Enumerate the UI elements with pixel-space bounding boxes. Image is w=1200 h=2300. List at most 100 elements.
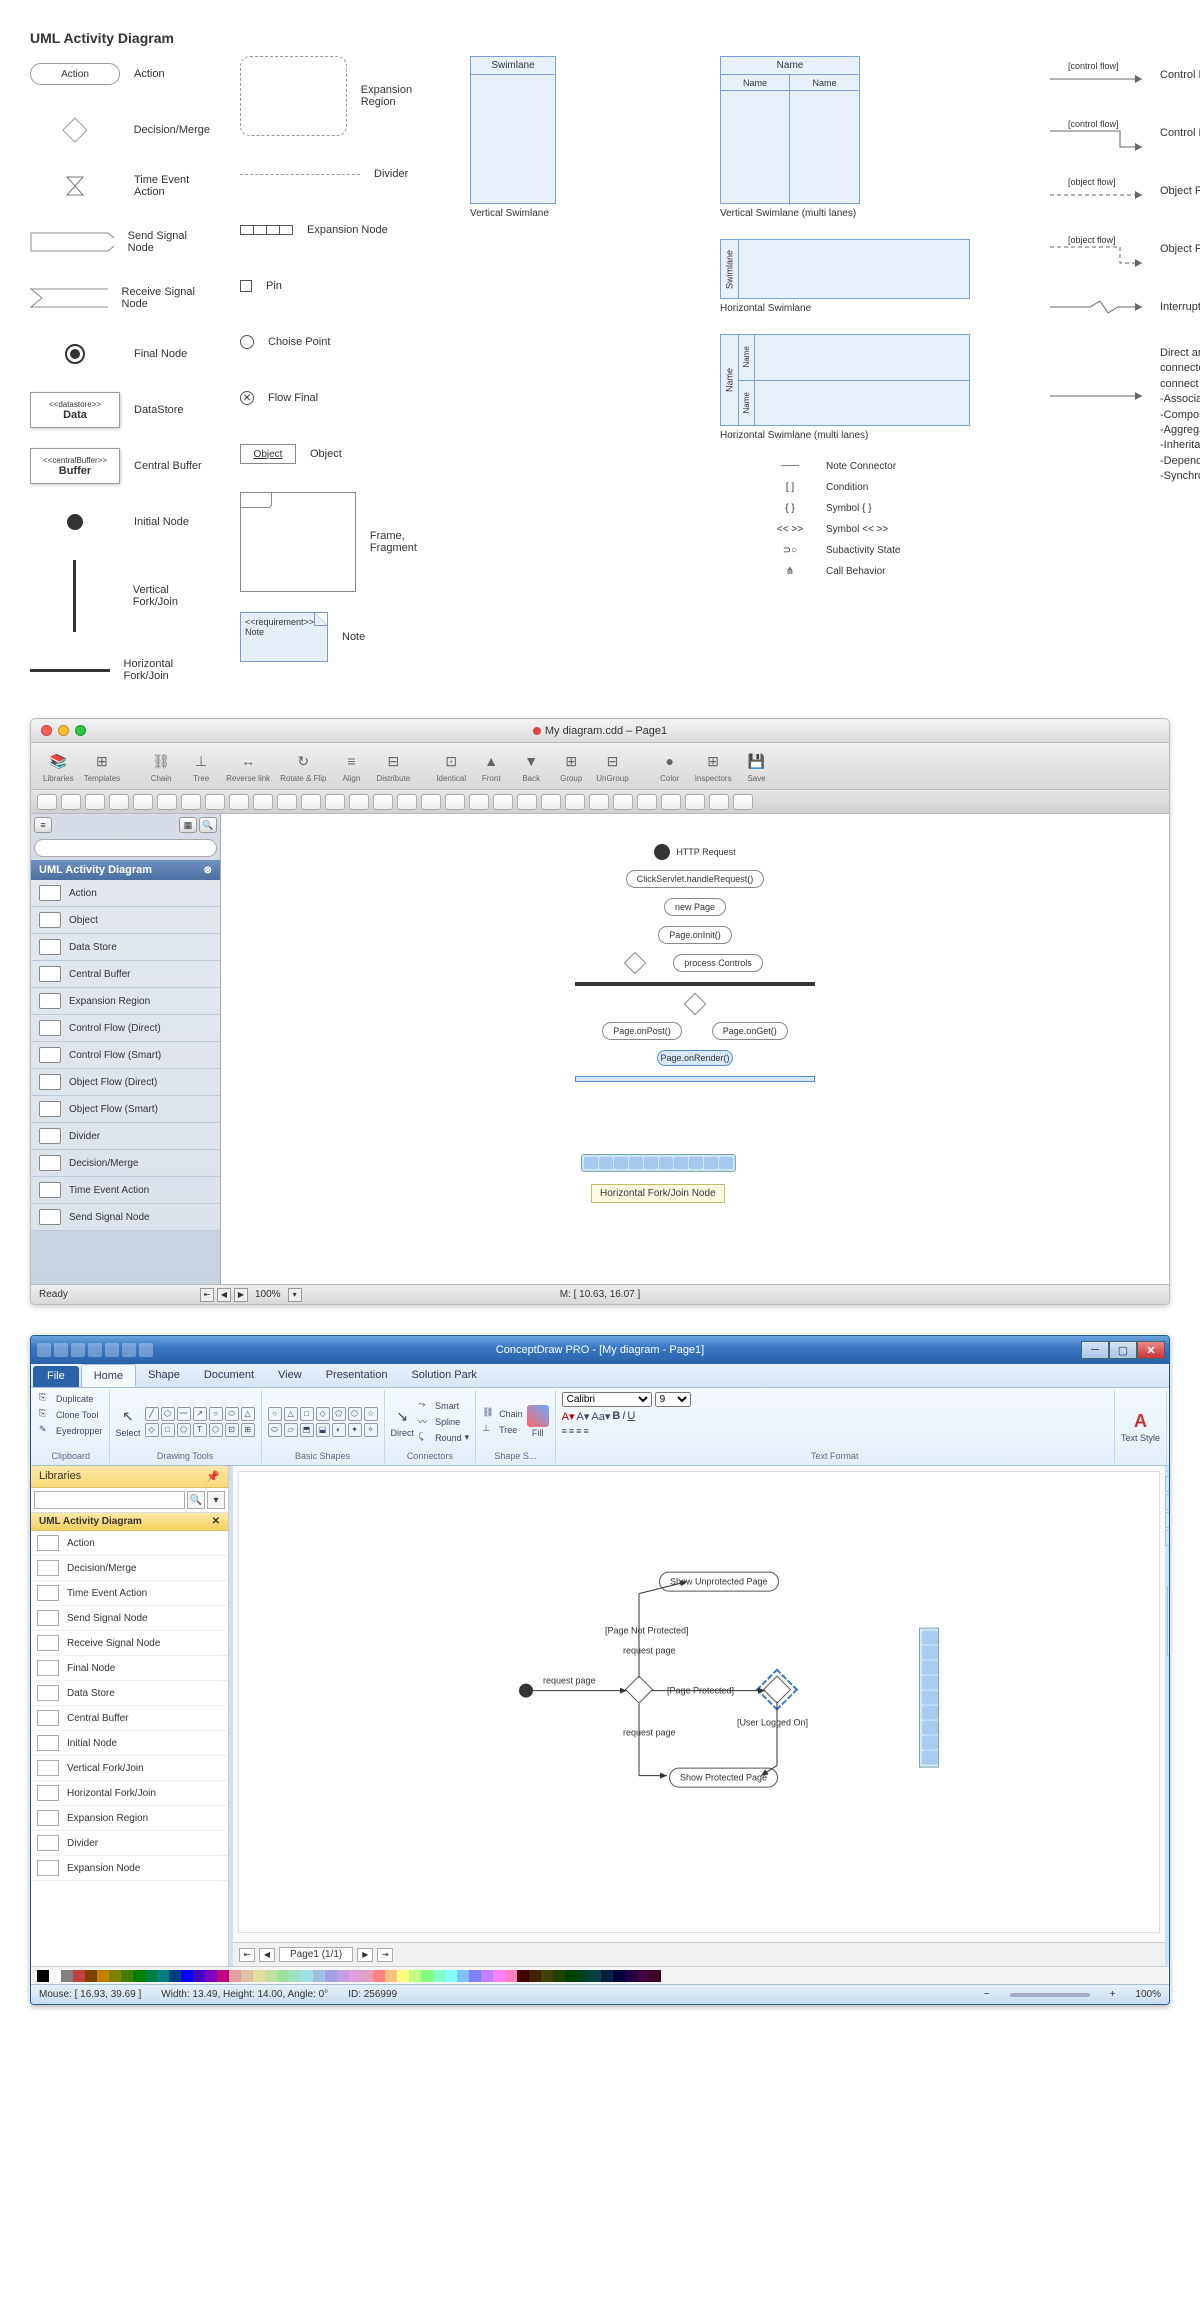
color-swatch[interactable] xyxy=(361,1970,373,1982)
ribbon-tab-shape[interactable]: Shape xyxy=(136,1364,192,1387)
color-swatch[interactable] xyxy=(73,1970,85,1982)
sidebar-library-header[interactable]: UML Activity Diagram ✕ xyxy=(31,1513,228,1531)
color-swatch[interactable] xyxy=(85,1970,97,1982)
options-button[interactable]: ▾ xyxy=(207,1491,225,1509)
tool-button[interactable] xyxy=(37,794,57,810)
sidebar-item[interactable]: Object Flow (Direct) xyxy=(31,1069,220,1096)
color-swatch[interactable] xyxy=(109,1970,121,1982)
tool-button[interactable] xyxy=(517,794,537,810)
zoom-in[interactable]: + xyxy=(1110,1989,1116,2000)
dynamic-help-tab[interactable]: Dynamic Help xyxy=(1167,1586,1170,1656)
tool-button[interactable] xyxy=(253,794,273,810)
zoom-button[interactable] xyxy=(75,725,86,736)
color-swatch[interactable] xyxy=(49,1970,61,1982)
direct-button[interactable]: ↘Direct xyxy=(391,1405,415,1438)
rail-icon[interactable]: ◧ xyxy=(1165,1494,1170,1510)
qat-icon[interactable] xyxy=(88,1343,102,1357)
rail-icon[interactable]: ⊞ xyxy=(1165,1476,1170,1492)
sidebar-item[interactable]: Divider xyxy=(31,1123,220,1150)
pin-icon[interactable]: 📌 xyxy=(206,1470,220,1483)
initial-node-icon[interactable] xyxy=(519,1684,533,1698)
close-icon[interactable]: ⊗ xyxy=(204,865,212,876)
sidebar-item[interactable]: Time Event Action xyxy=(31,1581,228,1606)
diagram-node[interactable]: new Page xyxy=(664,898,726,916)
tool-button[interactable] xyxy=(109,794,129,810)
color-swatch[interactable] xyxy=(589,1970,601,1982)
color-swatch[interactable] xyxy=(481,1970,493,1982)
ungroup-button[interactable]: ⊟UnGroup xyxy=(592,747,632,785)
tree-button[interactable]: ⊥Tree xyxy=(182,747,220,785)
tool-button[interactable] xyxy=(157,794,177,810)
smart-shape-palette[interactable] xyxy=(919,1628,939,1768)
color-swatch[interactable] xyxy=(133,1970,145,1982)
sidebar-search-input[interactable] xyxy=(34,839,217,857)
color-swatch[interactable] xyxy=(493,1970,505,1982)
align-justify[interactable]: ≡ xyxy=(583,1426,588,1436)
color-swatch[interactable] xyxy=(229,1970,241,1982)
sidebar-item[interactable]: Final Node xyxy=(31,1656,228,1681)
templates-button[interactable]: ⊞Templates xyxy=(80,747,124,785)
color-swatch[interactable] xyxy=(313,1970,325,1982)
tree-button[interactable]: ⊥Tree xyxy=(482,1423,523,1437)
color-swatch[interactable] xyxy=(217,1970,229,1982)
minimize-button[interactable] xyxy=(58,725,69,736)
tool-button[interactable] xyxy=(733,794,753,810)
color-swatch[interactable] xyxy=(517,1970,529,1982)
sidebar-menu-button[interactable]: ≡ xyxy=(34,817,52,833)
tool-button[interactable] xyxy=(229,794,249,810)
color-swatch[interactable] xyxy=(61,1970,73,1982)
color-swatch[interactable] xyxy=(397,1970,409,1982)
sidebar-item[interactable]: Expansion Region xyxy=(31,988,220,1015)
tool-button[interactable] xyxy=(277,794,297,810)
color-swatch[interactable] xyxy=(541,1970,553,1982)
tool-button[interactable] xyxy=(85,794,105,810)
sidebar-item[interactable]: Data Store xyxy=(31,934,220,961)
color-swatch[interactable] xyxy=(265,1970,277,1982)
color-swatch[interactable] xyxy=(577,1970,589,1982)
close-button[interactable] xyxy=(41,725,52,736)
ribbon-tab-view[interactable]: View xyxy=(266,1364,314,1387)
libraries-button[interactable]: 📚Libraries xyxy=(39,747,78,785)
color-swatch[interactable] xyxy=(289,1970,301,1982)
duplicate-button[interactable]: ⎘Duplicate xyxy=(39,1392,94,1406)
page-last[interactable]: ⇥ xyxy=(377,1948,393,1962)
maximize-button[interactable]: ▢ xyxy=(1109,1341,1137,1359)
sidebar-item[interactable]: Send Signal Node xyxy=(31,1606,228,1631)
zoom-dropdown[interactable]: ▾ xyxy=(288,1288,302,1302)
qat-icon[interactable] xyxy=(37,1343,51,1357)
zoom-out[interactable]: − xyxy=(984,1989,990,2000)
zoom-next[interactable]: ▶ xyxy=(234,1288,248,1302)
color-swatch[interactable] xyxy=(373,1970,385,1982)
color-swatch[interactable] xyxy=(157,1970,169,1982)
align-left[interactable]: ≡ xyxy=(562,1426,567,1436)
diagram-node[interactable]: Page.onInit() xyxy=(658,926,732,944)
fork-bar[interactable] xyxy=(575,982,815,986)
page-prev[interactable]: ◀ xyxy=(259,1948,275,1962)
sidebar-item[interactable]: Horizontal Fork/Join xyxy=(31,1781,228,1806)
color-swatch[interactable] xyxy=(409,1970,421,1982)
sidebar-item[interactable]: Divider xyxy=(31,1831,228,1856)
tool-button[interactable] xyxy=(445,794,465,810)
back-button[interactable]: ▼Back xyxy=(512,747,550,785)
group-button[interactable]: ⊞Group xyxy=(552,747,590,785)
tool-button[interactable] xyxy=(469,794,489,810)
distribute-button[interactable]: ⊟Distribute xyxy=(372,747,414,785)
sidebar-item[interactable]: Object xyxy=(31,907,220,934)
chain-button[interactable]: ⛓Chain xyxy=(482,1407,523,1421)
tool-button[interactable] xyxy=(709,794,729,810)
tool-button[interactable] xyxy=(421,794,441,810)
decision-icon[interactable] xyxy=(684,993,707,1016)
tool-button[interactable] xyxy=(589,794,609,810)
decision-icon[interactable] xyxy=(624,952,647,975)
diagram-node-selected[interactable]: Page.onRender() xyxy=(657,1050,732,1066)
color-button[interactable]: ●Color xyxy=(651,747,689,785)
diagram-node[interactable]: Show Protected Page xyxy=(669,1768,778,1788)
color-swatch[interactable] xyxy=(625,1970,637,1982)
fork-bar-selected[interactable] xyxy=(575,1076,815,1082)
sidebar-item[interactable]: Action xyxy=(31,1531,228,1556)
italic-button[interactable]: I xyxy=(622,1410,625,1423)
sidebar-grid-button[interactable]: ▦ xyxy=(179,817,197,833)
tool-button[interactable] xyxy=(565,794,585,810)
tool-button[interactable] xyxy=(181,794,201,810)
color-swatch[interactable] xyxy=(145,1970,157,1982)
